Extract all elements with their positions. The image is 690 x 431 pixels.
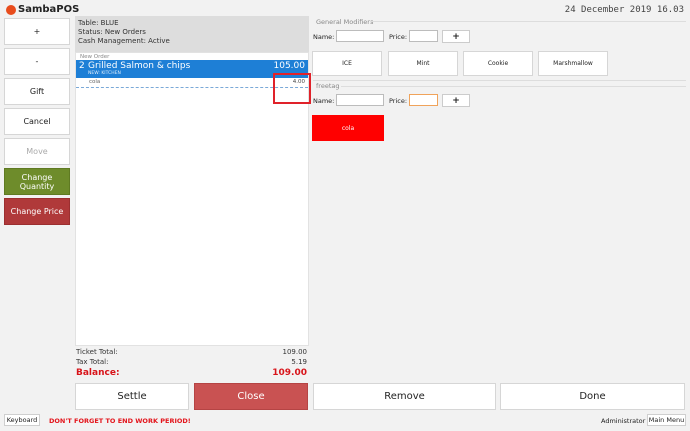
- freetag-price-input[interactable]: [409, 94, 438, 106]
- ticket-cash-label: Cash Management: Active: [78, 37, 170, 45]
- ticket-total-value: 109.00: [282, 348, 308, 356]
- general-modifiers-price-label: Price:: [389, 33, 408, 41]
- tax-total-label: Tax Total:: [76, 358, 109, 366]
- tax-total-value: 5.19: [291, 358, 307, 366]
- move-button[interactable]: Move: [4, 138, 70, 165]
- keyboard-button[interactable]: Keyboard: [4, 414, 40, 426]
- freetag-top-divider: [313, 80, 686, 81]
- freetag-divider: [341, 86, 686, 87]
- order-quantity: 2: [79, 61, 85, 71]
- ticket-info-panel: Table: BLUE Status: New Orders Cash Mana…: [75, 16, 309, 52]
- cancel-button[interactable]: Cancel: [4, 108, 70, 135]
- change-quantity-button[interactable]: Change Quantity: [4, 168, 70, 195]
- general-modifiers-name-label: Name:: [313, 33, 335, 41]
- order-product-name: Grilled Salmon & chips: [88, 61, 191, 71]
- sambapos-logo-icon: [6, 5, 16, 15]
- freetag-button-cola[interactable]: cola: [312, 115, 384, 141]
- freetag-price-label: Price:: [389, 97, 408, 105]
- logged-in-user: Administrator: [601, 417, 646, 425]
- app-name: SambaPOS: [18, 4, 80, 15]
- modifier-button-cookie[interactable]: Cookie: [463, 51, 533, 76]
- remove-button[interactable]: Remove: [313, 383, 496, 410]
- datetime-display: 24 December 2019 16.03: [564, 5, 684, 15]
- settle-button[interactable]: Settle: [75, 383, 189, 410]
- work-period-warning: DON'T FORGET TO END WORK PERIOD!: [49, 417, 191, 425]
- close-button[interactable]: Close: [194, 383, 308, 410]
- order-price: 105.00: [273, 61, 306, 71]
- general-modifiers-divider: [370, 21, 686, 22]
- freetag-name-input[interactable]: [336, 94, 384, 106]
- balance-label: Balance:: [76, 368, 120, 378]
- change-price-button[interactable]: Change Price: [4, 198, 70, 225]
- freetag-add-button[interactable]: +: [442, 94, 470, 107]
- modifier-button-marshmallow[interactable]: Marshmallow: [538, 51, 608, 76]
- ticket-order-list: New Order 2 Grilled Salmon & chips 105.0…: [75, 52, 311, 346]
- increase-quantity-button[interactable]: +: [4, 18, 70, 45]
- done-button[interactable]: Done: [500, 383, 685, 410]
- price-highlight-box: [273, 73, 311, 104]
- ticket-table-label: Table: BLUE: [78, 19, 119, 27]
- general-modifiers-add-button[interactable]: +: [442, 30, 470, 43]
- decrease-quantity-button[interactable]: -: [4, 48, 70, 75]
- ticket-total-label: Ticket Total:: [76, 348, 118, 356]
- gift-button[interactable]: Gift: [4, 78, 70, 105]
- modifier-button-mint[interactable]: Mint: [388, 51, 458, 76]
- balance-value: 109.00: [272, 368, 307, 378]
- freetag-title: freetag: [316, 82, 340, 90]
- ticket-status-label: Status: New Orders: [78, 28, 146, 36]
- main-menu-button[interactable]: Main Menu: [647, 414, 686, 426]
- order-state-tag: NEW: KITCHEN: [88, 71, 121, 76]
- modifier-button-ice[interactable]: ICE: [312, 51, 382, 76]
- modifier-name: cola: [89, 79, 101, 85]
- general-modifiers-price-input[interactable]: [409, 30, 438, 42]
- general-modifiers-name-input[interactable]: [336, 30, 384, 42]
- general-modifiers-title: General Modifiers: [316, 18, 374, 26]
- freetag-name-label: Name:: [313, 97, 335, 105]
